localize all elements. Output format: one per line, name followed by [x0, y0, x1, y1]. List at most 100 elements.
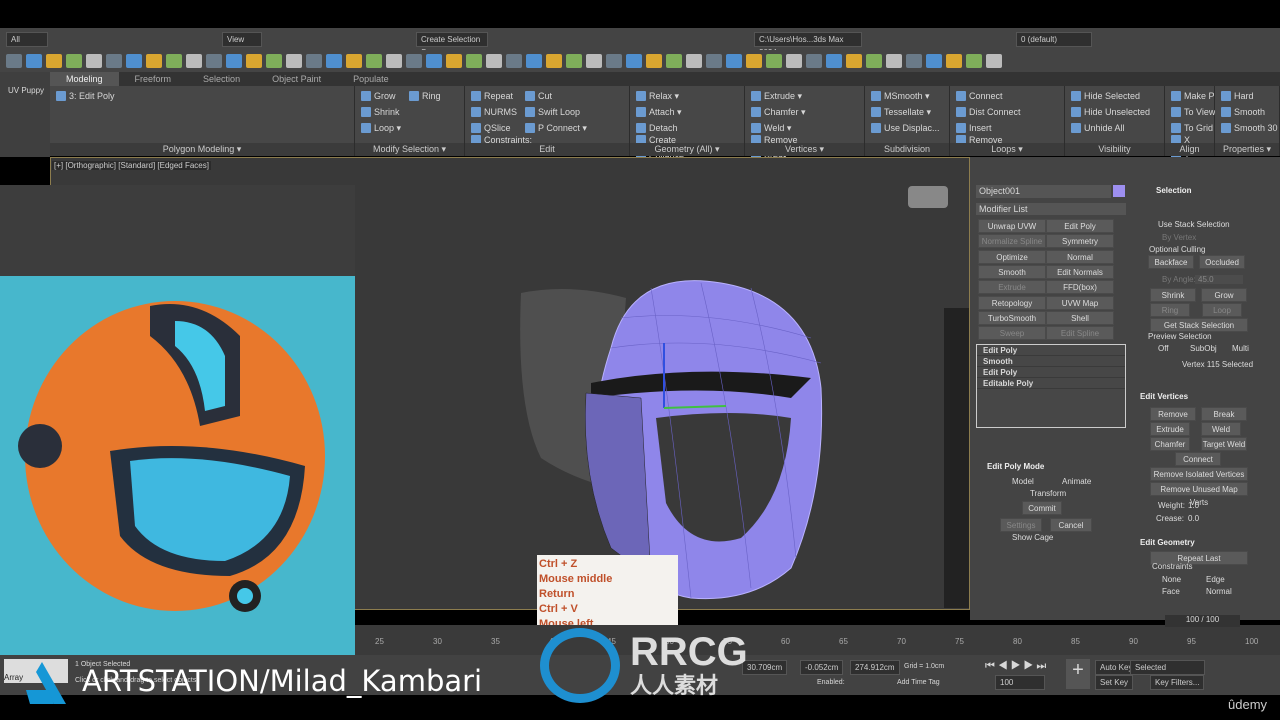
- modifier-button[interactable]: Optimize: [978, 249, 1046, 264]
- ribbon-button[interactable]: Grow: [361, 90, 401, 102]
- modifier-button[interactable]: Smooth: [978, 264, 1046, 279]
- toolbar-tool-icon[interactable]: [506, 54, 522, 68]
- ribbon-button[interactable]: Swift Loop: [525, 106, 587, 118]
- toolbar-tool-icon[interactable]: [386, 54, 402, 68]
- tab-selection[interactable]: Selection: [187, 72, 256, 86]
- modifier-button[interactable]: Unwrap UVW: [978, 219, 1046, 233]
- ribbon-panel-label[interactable]: Edit: [465, 143, 629, 156]
- connect-button[interactable]: Connect: [1175, 452, 1221, 466]
- modifier-stack[interactable]: Edit Poly Smooth Edit Poly Editable Poly: [976, 344, 1126, 428]
- toolbar-tool-icon[interactable]: [546, 54, 562, 68]
- ribbon-button[interactable]: Extrude ▾: [751, 90, 806, 102]
- ribbon-button[interactable]: Repeat: [471, 90, 517, 102]
- tab-freeform[interactable]: Freeform: [119, 72, 188, 86]
- ring-button[interactable]: Ring: [1150, 303, 1190, 317]
- ribbon-button[interactable]: Use Displac...: [871, 122, 940, 134]
- modifier-button[interactable]: Symmetry: [1046, 234, 1114, 249]
- modifier-button[interactable]: Normal: [1046, 249, 1114, 264]
- ribbon-panel-label[interactable]: Loops ▾: [950, 143, 1064, 156]
- object-name-field[interactable]: Object001: [976, 185, 1111, 198]
- toolbar-tool-icon[interactable]: [606, 54, 622, 68]
- toolbar-tool-icon[interactable]: [686, 54, 702, 68]
- modifier-stack-item[interactable]: Smooth: [977, 356, 1125, 367]
- chamfer-button[interactable]: Chamfer: [1150, 437, 1190, 451]
- title-label[interactable]: Selection: [1156, 186, 1192, 195]
- modifier-stack-item[interactable]: Edit Poly: [977, 367, 1125, 378]
- toolbar-tool-icon[interactable]: [66, 54, 82, 68]
- ribbon-button[interactable]: Shrink: [361, 106, 401, 118]
- ribbon-panel-label[interactable]: Polygon Modeling ▾: [50, 143, 354, 156]
- toolbar-tool-icon[interactable]: [266, 54, 282, 68]
- toolbar-tool-icon[interactable]: [786, 54, 802, 68]
- modifier-button[interactable]: Retopology: [978, 295, 1046, 310]
- toolbar-tool-icon[interactable]: [306, 54, 322, 68]
- modifier-button[interactable]: Edit Spline: [1046, 326, 1114, 341]
- toolbar-tool-icon[interactable]: [626, 54, 642, 68]
- ribbon-button[interactable]: Attach ▾: [636, 106, 682, 118]
- toolbar-tool-icon[interactable]: [766, 54, 782, 68]
- selection-filter-dropdown[interactable]: All: [6, 31, 48, 47]
- modifier-button[interactable]: Normalize Spline: [978, 234, 1046, 249]
- toolbar-tool-icon[interactable]: [746, 54, 762, 68]
- title-label[interactable]: Edit Poly Mode: [987, 462, 1044, 471]
- toolbar-tool-icon[interactable]: [666, 54, 682, 68]
- remove-isolated-button[interactable]: Remove Isolated Vertices: [1150, 467, 1248, 481]
- ribbon-panel-label[interactable]: Geometry (All) ▾: [630, 143, 744, 156]
- toolbar-tool-icon[interactable]: [486, 54, 502, 68]
- toolbar-tool-icon[interactable]: [866, 54, 882, 68]
- ribbon-panel-label[interactable]: Align: [1165, 143, 1214, 156]
- timeline[interactable]: 100 / 100 25 30 35 40 45 50 55 60 65 70 75 80 85 90 95…: [355, 615, 1280, 655]
- reference-coordinate-dropdown[interactable]: View: [222, 31, 262, 47]
- remove-button[interactable]: Remove: [1150, 407, 1196, 421]
- modifier-button[interactable]: Edit Normals: [1046, 264, 1114, 279]
- remove-unused-button[interactable]: Remove Unused Map Verts: [1150, 482, 1248, 507]
- toolbar-tool-icon[interactable]: [166, 54, 182, 68]
- modifier-button[interactable]: UVW Map: [1046, 295, 1114, 310]
- ribbon-button[interactable]: Unhide All: [1071, 122, 1150, 134]
- toolbar-tool-icon[interactable]: [886, 54, 902, 68]
- ribbon-button[interactable]: QSlice: [471, 122, 517, 134]
- z-coordinate[interactable]: 274.912cm: [850, 660, 900, 675]
- playback-controls[interactable]: ⏮◀▶▶⏭: [985, 660, 1049, 673]
- modifier-button[interactable]: Sweep: [978, 326, 1046, 341]
- toolbar-tool-icon[interactable]: [726, 54, 742, 68]
- toolbar-tool-icon[interactable]: [346, 54, 362, 68]
- ribbon-button[interactable]: P Connect ▾: [525, 122, 587, 134]
- set-key-button[interactable]: Set Key: [1095, 675, 1134, 690]
- x-coordinate[interactable]: 30.709cm: [742, 660, 788, 675]
- title-label[interactable]: Edit Vertices: [1140, 392, 1188, 401]
- ribbon-button[interactable]: Dist Connect: [956, 106, 1021, 118]
- target-weld-button[interactable]: Target Weld: [1201, 437, 1247, 451]
- modifier-button[interactable]: Extrude: [978, 280, 1046, 295]
- ribbon-button[interactable]: Weld ▾: [751, 122, 806, 134]
- ribbon-button[interactable]: Smooth: [1221, 106, 1278, 118]
- y-coordinate[interactable]: -0.052cm: [800, 660, 844, 675]
- viewport-label[interactable]: [+] [Orthographic] [Standard] [Edged Fac…: [52, 161, 211, 170]
- ribbon-button[interactable]: Insert: [956, 122, 1021, 134]
- toolbar-tool-icon[interactable]: [246, 54, 262, 68]
- cancel-button[interactable]: Cancel: [1050, 518, 1092, 532]
- ribbon-panel-label[interactable]: Vertices ▾: [745, 143, 864, 156]
- toolbar-tool-icon[interactable]: [406, 54, 422, 68]
- time-slider[interactable]: 100 / 100: [1165, 615, 1240, 627]
- toolbar-tool-icon[interactable]: [286, 54, 302, 68]
- ribbon-panel-label[interactable]: Visibility: [1065, 143, 1164, 156]
- modifier-stack-item[interactable]: Editable Poly: [977, 378, 1125, 389]
- toolbar-tool-icon[interactable]: [706, 54, 722, 68]
- settings-button[interactable]: Settings: [1000, 518, 1042, 532]
- ribbon-button[interactable]: Hide Selected: [1071, 90, 1150, 102]
- toolbar-tool-icon[interactable]: [446, 54, 462, 68]
- ribbon-panel-label[interactable]: Modify Selection ▾: [355, 143, 464, 156]
- named-selection-dropdown[interactable]: Create Selection Se: [416, 31, 488, 57]
- toolbar-tool-icon[interactable]: [826, 54, 842, 68]
- ribbon-button[interactable]: Hide Unselected: [1071, 106, 1150, 118]
- ribbon-button[interactable]: Smooth 30: [1221, 122, 1278, 134]
- toolbar-tool-icon[interactable]: [466, 54, 482, 68]
- toolbar-tool-icon[interactable]: [846, 54, 862, 68]
- loop-button[interactable]: Loop: [1202, 303, 1242, 317]
- modifier-button[interactable]: Shell: [1046, 310, 1114, 325]
- toolbar-tool-icon[interactable]: [46, 54, 62, 68]
- uv-puppy-label[interactable]: UV Puppy: [8, 86, 44, 95]
- ribbon-button[interactable]: Connect: [956, 90, 1021, 102]
- current-frame[interactable]: 100: [995, 675, 1045, 690]
